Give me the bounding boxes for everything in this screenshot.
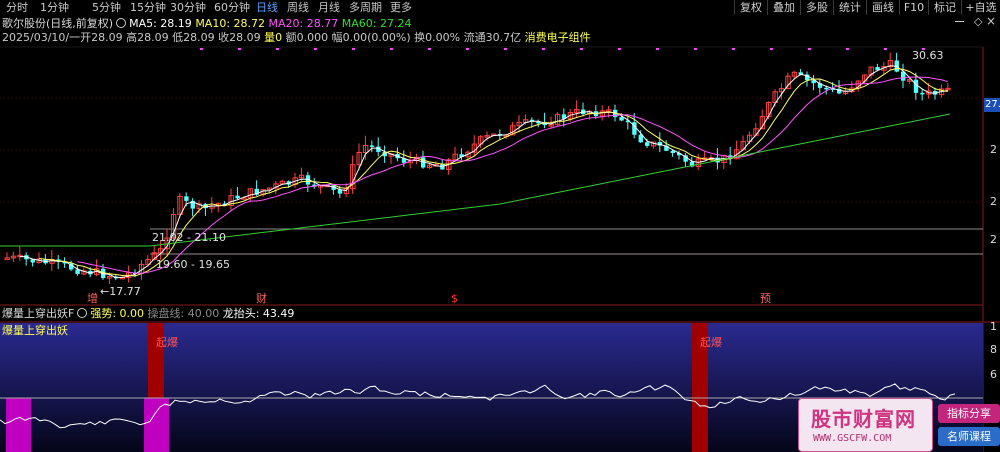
indicator-panel-label: 爆量上穿出妖	[2, 324, 68, 337]
indicator-gear-icon[interactable]	[77, 308, 88, 318]
price-low-label: ←17.77	[100, 285, 141, 298]
watermark-url: WWW.GSCFW.COM	[813, 433, 892, 444]
strength-value: 强势: 0.00	[90, 307, 145, 320]
watermark-tag-share: 指标分享	[938, 404, 1000, 423]
top-marker-dots	[200, 48, 925, 50]
candle-body	[913, 79, 919, 93]
panline-value: 操盘线: 40.00	[147, 307, 220, 320]
indicator-axis-tick: 1	[990, 320, 997, 333]
candle-body	[645, 142, 650, 146]
low-value: 17.77	[109, 285, 141, 298]
candles	[4, 52, 951, 285]
event-marker-financial[interactable]: 财	[256, 292, 267, 306]
axis-tick-label: 2	[990, 195, 997, 208]
indicator-header: 爆量上穿出妖F 强势: 0.00 操盘线: 40.00 龙抬头: 43.49	[2, 307, 294, 321]
price-high-label: 30.63	[912, 49, 944, 62]
axis-tick-label: 2	[990, 143, 997, 156]
indicator-title[interactable]: 爆量上穿出妖F	[2, 307, 74, 320]
candle-body	[369, 145, 375, 147]
candle-body	[440, 164, 445, 170]
current-price-tag: 27.3	[984, 98, 1000, 112]
signal-bar-magenta	[144, 398, 169, 452]
candle-body	[824, 87, 829, 90]
event-marker-dividend[interactable]: $	[451, 292, 458, 306]
candle-body	[184, 196, 189, 201]
watermark-tag-course: 名师课程	[938, 427, 1000, 446]
range-label-2: 19.60 - 19.65	[156, 258, 230, 271]
dragon-value: 龙抬头: 43.49	[222, 307, 295, 320]
signal-label-2: 起爆	[700, 336, 722, 349]
candle-body	[235, 195, 240, 199]
watermark-badge: 股市财富网 WWW.GSCFW.COM	[798, 398, 933, 452]
ma60-line	[0, 113, 951, 247]
event-marker-increase[interactable]: 增	[87, 292, 98, 306]
signal-bar-magenta	[6, 398, 31, 452]
axis-tick-label: 2	[990, 233, 997, 246]
watermark-logo: 股市财富网 WWW.GSCFW.COM 指标分享 名师课程	[798, 398, 1000, 452]
signal-label-1: 起爆	[156, 336, 178, 349]
range-label-1: 21.02 - 21.10	[152, 231, 226, 244]
event-marker-forecast[interactable]: 预	[760, 292, 771, 306]
candle-body	[920, 92, 925, 95]
ma5-line	[19, 65, 948, 279]
candle-body	[337, 189, 343, 194]
indicator-axis-tick: 8	[990, 343, 997, 356]
indicator-axis-tick: 6	[990, 368, 997, 381]
candle-body	[619, 117, 624, 121]
watermark-title: 股市财富网	[811, 407, 916, 431]
